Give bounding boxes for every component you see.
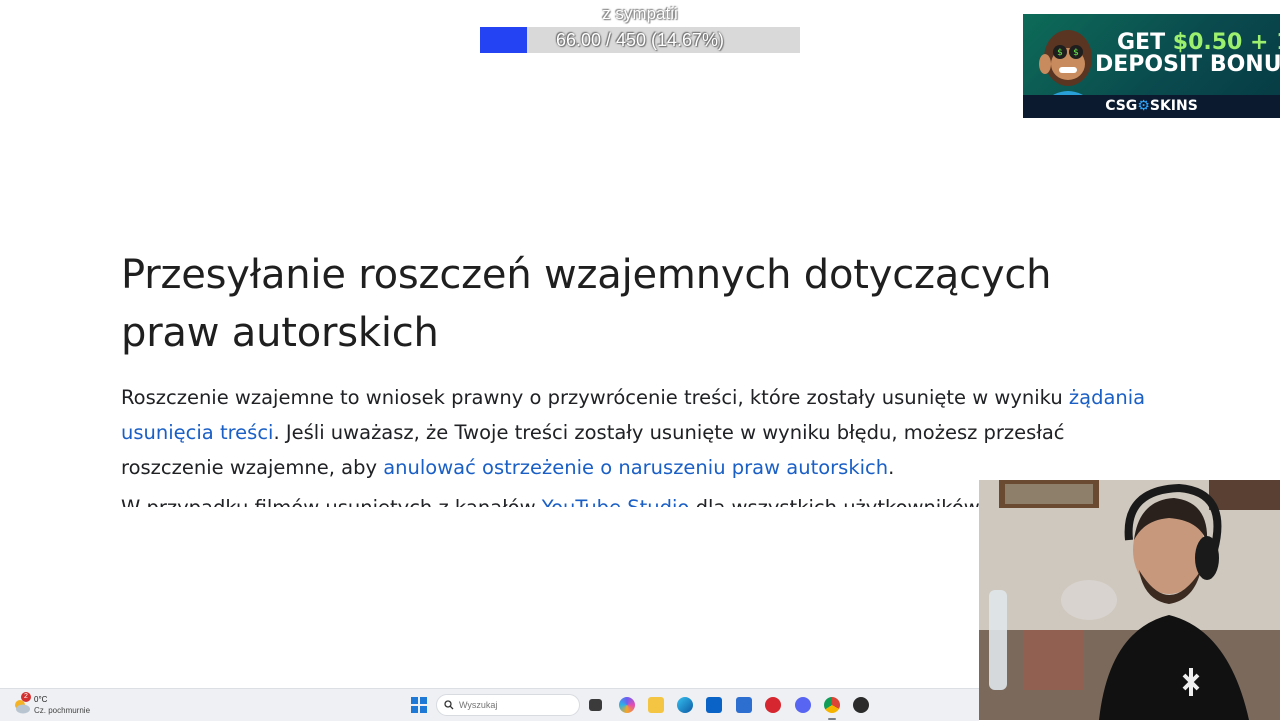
discord-icon[interactable] — [795, 697, 811, 713]
intro-paragraph: Roszczenie wzajemne to wniosek prawny o … — [121, 386, 1146, 479]
weather-description: Cz. pochmurnie — [34, 706, 91, 715]
ad-brand: CSG⚙SKINS — [1023, 95, 1280, 118]
red-app-icon[interactable] — [765, 697, 781, 713]
svg-text:$: $ — [1073, 48, 1079, 58]
gear-logo-icon: ⚙ — [1137, 98, 1150, 114]
store-icon[interactable] — [736, 697, 752, 713]
weather-temperature: 0°C — [34, 695, 48, 704]
windows-logo-icon — [411, 697, 418, 704]
mascot-character-icon: $ $ — [1039, 30, 1095, 104]
page-title: Przesyłanie roszczeń wzajemnych dotycząc… — [121, 252, 1052, 356]
search-input[interactable] — [459, 697, 569, 713]
obs-icon[interactable] — [853, 697, 869, 713]
goal-progress-text: 66.00 / 450 (14.67%) — [555, 30, 725, 50]
ad-headline: GET $0.50 + 10 DEPOSIT BONU — [1095, 30, 1280, 77]
goal-title: z sympatii — [602, 4, 678, 23]
cancel-strike-link[interactable]: anulować ostrzeżenie o naruszeniu praw a… — [383, 456, 888, 479]
notification-badge: 2 — [21, 692, 31, 702]
task-view-icon[interactable] — [589, 699, 602, 711]
cut-off-paragraph: W przypadku filmów usuniętych z kanałów … — [121, 497, 981, 507]
folder-icon[interactable] — [648, 697, 664, 713]
start-button[interactable] — [411, 697, 427, 713]
youtube-studio-link[interactable]: YouTube Studio — [542, 497, 690, 507]
search-icon — [444, 700, 454, 710]
edge-icon[interactable] — [677, 697, 693, 713]
webcam-image — [979, 480, 1280, 720]
outlook-icon[interactable] — [706, 697, 722, 713]
chrome-icon[interactable] — [824, 697, 840, 713]
copilot-icon[interactable] — [619, 697, 635, 713]
taskbar-search[interactable] — [436, 694, 580, 716]
ad-banner[interactable]: $ $ GET $0.50 + 10 DEPOSIT BONU CSG⚙SKIN… — [1023, 14, 1280, 118]
article: Przesyłanie roszczeń wzajemnych dotycząc… — [121, 246, 1161, 485]
svg-text:$: $ — [1057, 48, 1063, 58]
goal-progress-bar: 66.00 / 450 (14.67%) — [480, 27, 800, 53]
taskbar: 2 0°C Cz. pochmurnie — [0, 688, 979, 721]
webcam-overlay — [979, 480, 1280, 720]
